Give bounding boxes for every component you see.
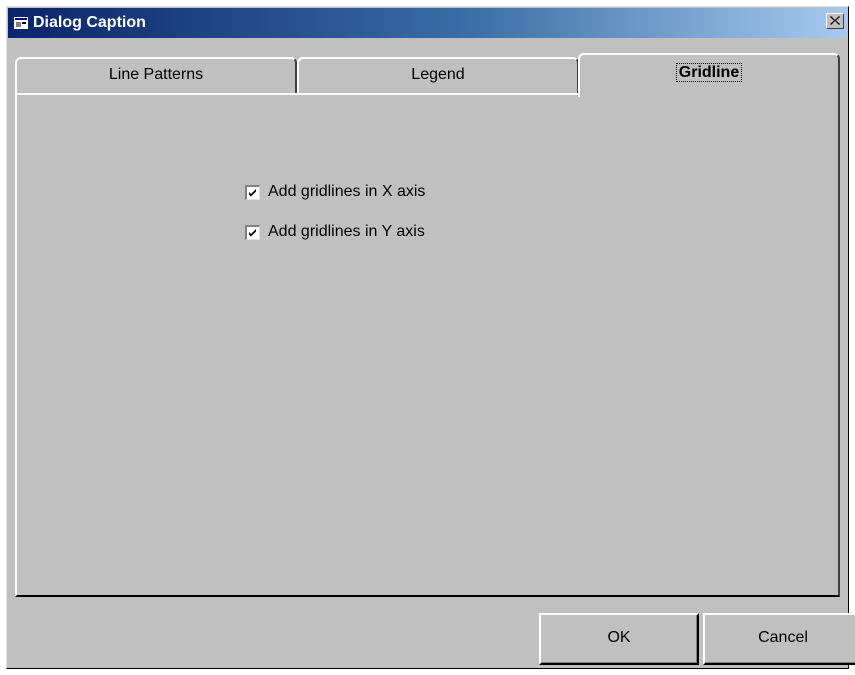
app-window-icon [14,16,28,29]
gridlines-y-checkbox[interactable]: Add gridlines in Y axis [245,221,425,243]
cancel-button[interactable]: Cancel [703,613,855,665]
checkbox-label: Add gridlines in X axis [268,183,426,200]
tab-label: Line Patterns [108,66,204,83]
title-bar[interactable]: Dialog Caption [8,8,847,38]
checkbox[interactable] [245,224,260,240]
checkbox[interactable] [245,184,260,200]
dialog-window: Dialog Caption Line Patterns Legend Grid… [6,6,855,669]
checkbox-label: Add gridlines in Y axis [268,223,425,240]
tab-gridline[interactable]: Gridline [578,53,840,97]
checkmark-icon [249,188,256,196]
checkmark-icon [249,228,256,236]
close-button[interactable] [826,13,844,29]
ok-button[interactable]: OK [539,613,699,665]
gridlines-x-checkbox[interactable]: Add gridlines in X axis [245,181,425,203]
close-icon [830,16,840,25]
tab-legend[interactable]: Legend [297,57,579,93]
tab-label: Legend [411,66,465,83]
dialog-title: Dialog Caption [33,14,146,31]
gridline-panel: Add gridlines in X axis Add gridlines in… [15,93,840,597]
tab-label: Gridline [675,63,743,82]
tab-line-patterns[interactable]: Line Patterns [15,57,297,93]
